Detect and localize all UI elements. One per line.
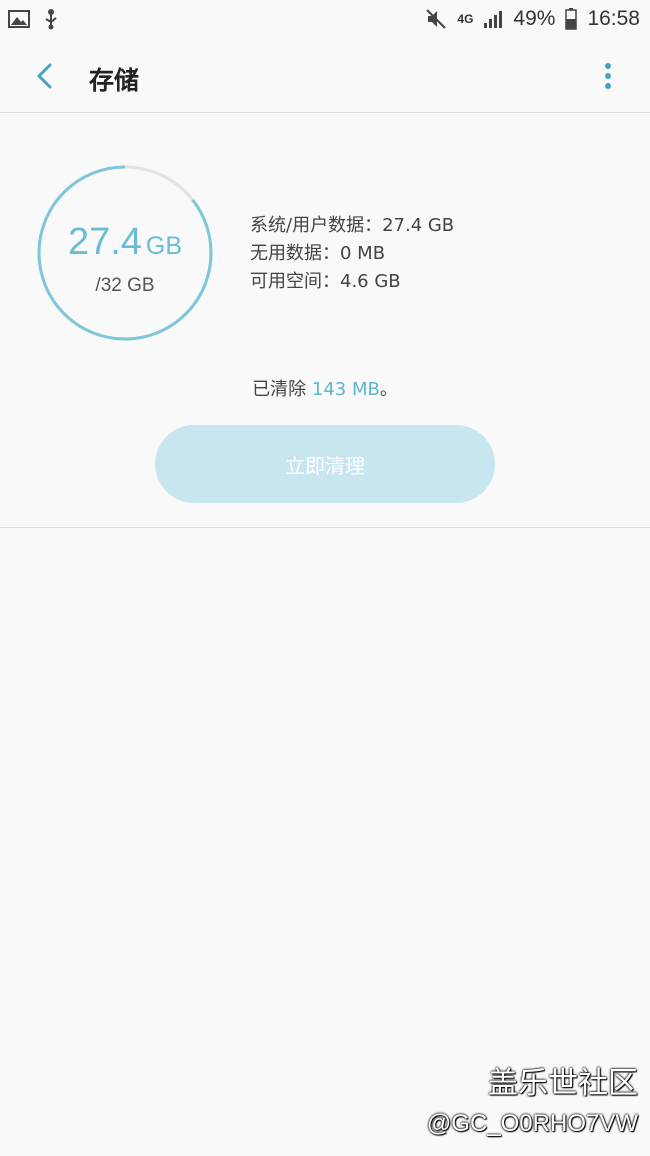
watermark-handle: @GC_O0RHO7VW	[426, 1110, 638, 1137]
chevron-left-icon	[37, 63, 52, 89]
usb-debug-icon	[45, 9, 57, 30]
battery-icon	[565, 8, 578, 30]
app-header: 存储	[0, 40, 650, 113]
used-number: 27.4	[67, 221, 142, 263]
clean-now-button[interactable]: 立即清理	[155, 425, 495, 503]
storage-details: 系统/用户数据：27.4 GB 无用数据：0 MB 可用空间：4.6 GB	[250, 212, 454, 296]
cleared-value: 143 MB	[306, 379, 380, 400]
storage-summary: 27.4 GB /32 GB 系统/用户数据：27.4 GB 无用数据：0 MB …	[0, 113, 650, 528]
more-vertical-icon	[605, 63, 611, 89]
network-type: 4G	[457, 12, 474, 26]
used-storage: 27.4 GB	[36, 221, 214, 264]
status-bar: 4G 49% 16:58	[0, 0, 650, 40]
cleared-prefix: 已清除	[252, 379, 307, 400]
cleared-message: 已清除 143 MB。	[0, 375, 650, 401]
battery-percent: 49%	[513, 7, 556, 30]
signal-icon	[484, 11, 503, 28]
image-icon	[8, 10, 30, 28]
page-title: 存储	[89, 66, 140, 95]
total-storage: /32 GB	[95, 275, 155, 296]
detail-available-space: 可用空间：4.6 GB	[250, 271, 401, 292]
detail-system-user-data: 系统/用户数据：27.4 GB	[250, 215, 455, 236]
cleared-suffix: 。	[379, 379, 398, 400]
detail-junk-data: 无用数据：0 MB	[250, 243, 386, 264]
clock: 16:58	[587, 7, 640, 30]
watermark-title: 盖乐世社区	[488, 1066, 638, 1101]
mute-icon	[426, 9, 447, 29]
watermark: 盖乐世社区 @GC_O0RHO7VW	[427, 1064, 638, 1144]
used-unit: GB	[145, 232, 183, 260]
more-options-button[interactable]	[600, 60, 616, 96]
back-button[interactable]	[28, 58, 64, 94]
